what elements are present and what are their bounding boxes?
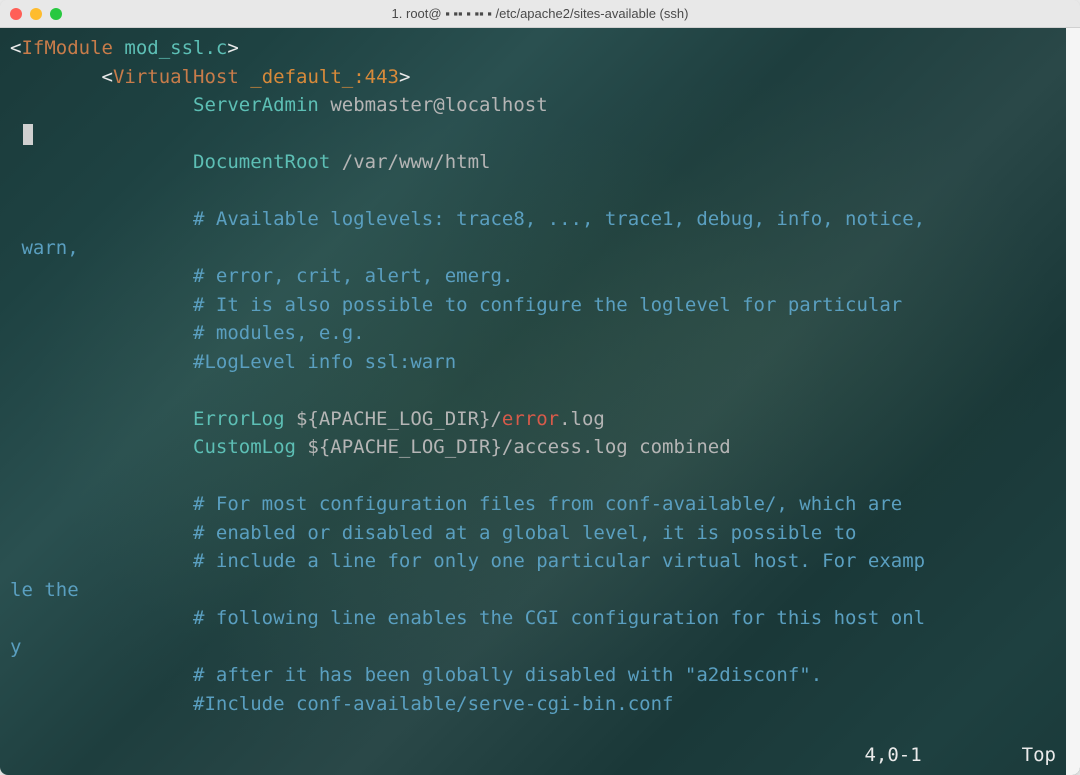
code-text: CustomLog (193, 436, 296, 458)
code-text: .log (559, 408, 605, 430)
code-text: y (10, 636, 21, 658)
code-text (10, 607, 193, 629)
code-text: # after it has been globally disabled wi… (193, 664, 822, 686)
code-text (10, 436, 193, 458)
cursor (23, 124, 33, 145)
code-text: /var/www/html (330, 151, 490, 173)
code-text: # For most configuration files from conf… (193, 493, 902, 515)
code-text (10, 351, 193, 373)
titlebar[interactable]: 1. root@ ▪ ▪▪ ▪ ▪▪ ▪ /etc/apache2/sites-… (0, 0, 1080, 28)
code-text: ServerAdmin (193, 94, 319, 116)
code-text: IfModule (21, 37, 113, 59)
editor-content[interactable]: <IfModule mod_ssl.c> <VirtualHost _defau… (10, 34, 1070, 718)
terminal-viewport[interactable]: <IfModule mod_ssl.c> <VirtualHost _defau… (0, 28, 1080, 775)
code-text: < (102, 66, 113, 88)
vim-statusbar: 4,0-1 Top (864, 741, 1056, 770)
code-text: error (502, 408, 559, 430)
terminal-window: 1. root@ ▪ ▪▪ ▪ ▪▪ ▪ /etc/apache2/sites-… (0, 0, 1080, 775)
code-text: # Available loglevels: trace8, ..., trac… (193, 208, 925, 230)
code-text: _default_:443 (250, 66, 399, 88)
code-text: le the (10, 579, 79, 601)
code-text: ErrorLog (193, 408, 285, 430)
code-text (10, 664, 193, 686)
code-text: VirtualHost (113, 66, 239, 88)
code-text (10, 493, 193, 515)
code-text: #Include conf-available/serve-cgi-bin.co… (193, 693, 673, 715)
code-text: mod_ssl.c (124, 37, 227, 59)
scrollbar[interactable] (1066, 28, 1080, 775)
close-button[interactable] (10, 8, 22, 20)
code-text: > (399, 66, 410, 88)
code-text: # enabled or disabled at a global level,… (193, 522, 856, 544)
code-text (113, 37, 124, 59)
code-text: DocumentRoot (193, 151, 330, 173)
minimize-button[interactable] (30, 8, 42, 20)
code-text: # error, crit, alert, emerg. (193, 265, 513, 287)
code-text (239, 66, 250, 88)
window-title: 1. root@ ▪ ▪▪ ▪ ▪▪ ▪ /etc/apache2/sites-… (10, 6, 1070, 21)
code-text: > (227, 37, 238, 59)
code-text: # It is also possible to configure the l… (193, 294, 902, 316)
maximize-button[interactable] (50, 8, 62, 20)
code-text (10, 208, 193, 230)
code-text (10, 94, 193, 116)
code-text (10, 550, 193, 572)
code-text: webmaster@localhost (319, 94, 548, 116)
cursor-position: 4,0-1 (864, 741, 921, 770)
code-text (10, 66, 102, 88)
traffic-lights (10, 8, 62, 20)
code-text (10, 322, 193, 344)
code-text (10, 265, 193, 287)
code-text: # following line enables the CGI configu… (193, 607, 925, 629)
code-text: ${APACHE_LOG_DIR}/ (285, 408, 502, 430)
code-text (10, 151, 193, 173)
code-text (10, 408, 193, 430)
code-text (10, 693, 193, 715)
code-text (10, 522, 193, 544)
code-text (10, 123, 21, 145)
code-text (10, 294, 193, 316)
code-text: < (10, 37, 21, 59)
code-text: warn, (10, 237, 79, 259)
code-text: # modules, e.g. (193, 322, 365, 344)
code-text: ${APACHE_LOG_DIR}/access.log combined (296, 436, 731, 458)
code-text: # include a line for only one particular… (193, 550, 925, 572)
scroll-indicator: Top (1022, 741, 1056, 770)
code-text: #LogLevel info ssl:warn (193, 351, 456, 373)
